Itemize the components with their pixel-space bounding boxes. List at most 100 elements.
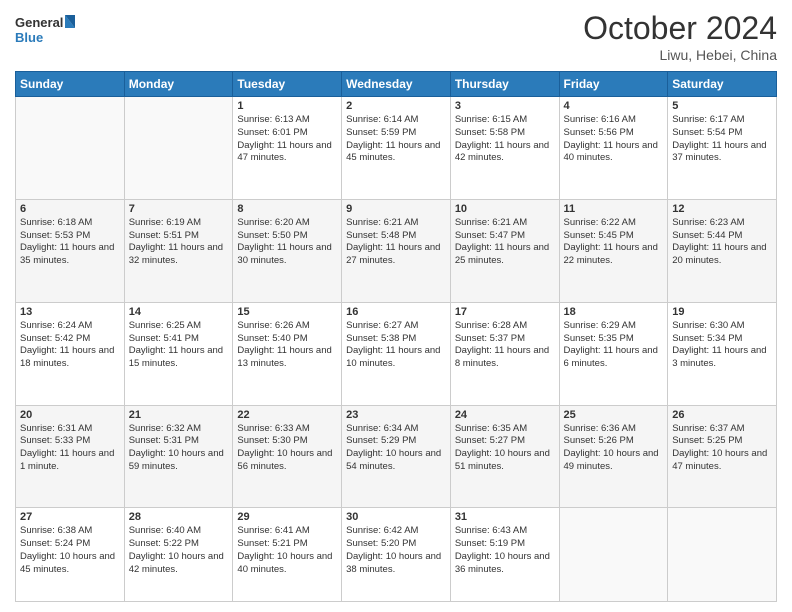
day-info: Sunrise: 6:43 AM [455,525,555,538]
calendar-cell: 5Sunrise: 6:17 AMSunset: 5:54 PMDaylight… [668,97,777,200]
calendar-cell: 29Sunrise: 6:41 AMSunset: 5:21 PMDayligh… [233,508,342,602]
calendar-cell: 17Sunrise: 6:28 AMSunset: 5:37 PMDayligh… [450,302,559,405]
day-info: Daylight: 11 hours and 22 minutes. [564,242,664,268]
day-info: Sunrise: 6:28 AM [455,320,555,333]
day-info: Daylight: 11 hours and 47 minutes. [237,140,337,166]
day-info: Sunset: 5:53 PM [20,230,120,243]
day-info: Sunrise: 6:18 AM [20,217,120,230]
day-number: 1 [237,100,337,112]
weekday-header-friday: Friday [559,72,668,97]
calendar-cell: 15Sunrise: 6:26 AMSunset: 5:40 PMDayligh… [233,302,342,405]
calendar-cell: 9Sunrise: 6:21 AMSunset: 5:48 PMDaylight… [342,199,451,302]
day-info: Daylight: 11 hours and 8 minutes. [455,345,555,371]
day-info: Sunrise: 6:20 AM [237,217,337,230]
calendar-cell: 25Sunrise: 6:36 AMSunset: 5:26 PMDayligh… [559,405,668,508]
day-info: Daylight: 10 hours and 51 minutes. [455,448,555,474]
day-number: 26 [672,409,772,421]
weekday-header-sunday: Sunday [16,72,125,97]
day-info: Sunrise: 6:16 AM [564,114,664,127]
day-number: 27 [20,511,120,523]
day-number: 21 [129,409,229,421]
calendar-cell [559,508,668,602]
day-info: Sunset: 5:34 PM [672,333,772,346]
calendar-cell: 10Sunrise: 6:21 AMSunset: 5:47 PMDayligh… [450,199,559,302]
calendar-cell: 6Sunrise: 6:18 AMSunset: 5:53 PMDaylight… [16,199,125,302]
day-info: Sunset: 5:26 PM [564,435,664,448]
day-info: Sunrise: 6:31 AM [20,423,120,436]
day-number: 16 [346,306,446,318]
calendar-cell [124,97,233,200]
day-info: Sunset: 6:01 PM [237,127,337,140]
weekday-header-saturday: Saturday [668,72,777,97]
day-info: Sunrise: 6:30 AM [672,320,772,333]
weekday-header-monday: Monday [124,72,233,97]
day-info: Sunset: 5:58 PM [455,127,555,140]
day-number: 13 [20,306,120,318]
calendar-cell: 26Sunrise: 6:37 AMSunset: 5:25 PMDayligh… [668,405,777,508]
day-number: 22 [237,409,337,421]
week-row-2: 6Sunrise: 6:18 AMSunset: 5:53 PMDaylight… [16,199,777,302]
day-info: Sunrise: 6:25 AM [129,320,229,333]
day-info: Sunrise: 6:24 AM [20,320,120,333]
day-number: 9 [346,203,446,215]
day-info: Sunset: 5:45 PM [564,230,664,243]
day-info: Sunset: 5:56 PM [564,127,664,140]
calendar-cell: 13Sunrise: 6:24 AMSunset: 5:42 PMDayligh… [16,302,125,405]
day-info: Sunrise: 6:15 AM [455,114,555,127]
day-number: 8 [237,203,337,215]
day-info: Sunrise: 6:17 AM [672,114,772,127]
calendar-cell: 16Sunrise: 6:27 AMSunset: 5:38 PMDayligh… [342,302,451,405]
day-info: Sunset: 5:21 PM [237,538,337,551]
day-info: Sunset: 5:38 PM [346,333,446,346]
month-title: October 2024 [583,10,777,47]
calendar-cell: 2Sunrise: 6:14 AMSunset: 5:59 PMDaylight… [342,97,451,200]
calendar-cell: 21Sunrise: 6:32 AMSunset: 5:31 PMDayligh… [124,405,233,508]
day-number: 4 [564,100,664,112]
day-info: Sunset: 5:25 PM [672,435,772,448]
calendar-cell: 24Sunrise: 6:35 AMSunset: 5:27 PMDayligh… [450,405,559,508]
day-info: Daylight: 11 hours and 3 minutes. [672,345,772,371]
calendar-cell: 11Sunrise: 6:22 AMSunset: 5:45 PMDayligh… [559,199,668,302]
calendar-cell: 30Sunrise: 6:42 AMSunset: 5:20 PMDayligh… [342,508,451,602]
title-section: October 2024 Liwu, Hebei, China [583,10,777,63]
calendar: SundayMondayTuesdayWednesdayThursdayFrid… [15,71,777,602]
day-info: Sunset: 5:29 PM [346,435,446,448]
day-info: Daylight: 10 hours and 42 minutes. [129,551,229,577]
day-info: Sunrise: 6:40 AM [129,525,229,538]
day-number: 14 [129,306,229,318]
day-info: Daylight: 10 hours and 59 minutes. [129,448,229,474]
day-info: Daylight: 11 hours and 15 minutes. [129,345,229,371]
day-info: Daylight: 11 hours and 18 minutes. [20,345,120,371]
day-info: Daylight: 11 hours and 30 minutes. [237,242,337,268]
day-info: Sunset: 5:22 PM [129,538,229,551]
day-info: Sunrise: 6:23 AM [672,217,772,230]
day-info: Sunrise: 6:33 AM [237,423,337,436]
calendar-cell: 31Sunrise: 6:43 AMSunset: 5:19 PMDayligh… [450,508,559,602]
day-number: 11 [564,203,664,215]
day-info: Sunrise: 6:21 AM [455,217,555,230]
day-info: Sunset: 5:47 PM [455,230,555,243]
day-info: Sunset: 5:37 PM [455,333,555,346]
day-number: 31 [455,511,555,523]
day-info: Sunset: 5:33 PM [20,435,120,448]
calendar-cell: 1 Sunrise: 6:13 AMSunset: 6:01 PMDaylight… [233,97,342,200]
calendar-cell: 19Sunrise: 6:30 AMSunset: 5:34 PMDayligh… [668,302,777,405]
day-info: Daylight: 11 hours and 1 minute. [20,448,120,474]
weekday-header-thursday: Thursday [450,72,559,97]
day-info: Sunset: 5:24 PM [20,538,120,551]
day-number: 7 [129,203,229,215]
day-info: Sunset: 5:54 PM [672,127,772,140]
day-info: Sunrise: 6:13 AM [237,114,337,127]
day-number: 3 [455,100,555,112]
day-info: Sunset: 5:59 PM [346,127,446,140]
day-number: 15 [237,306,337,318]
day-info: Daylight: 10 hours and 45 minutes. [20,551,120,577]
day-info: Daylight: 10 hours and 40 minutes. [237,551,337,577]
day-info: Sunset: 5:20 PM [346,538,446,551]
day-number: 18 [564,306,664,318]
day-number: 20 [20,409,120,421]
svg-text:General: General [15,15,63,30]
calendar-cell: 7Sunrise: 6:19 AMSunset: 5:51 PMDaylight… [124,199,233,302]
day-number: 28 [129,511,229,523]
day-number: 2 [346,100,446,112]
